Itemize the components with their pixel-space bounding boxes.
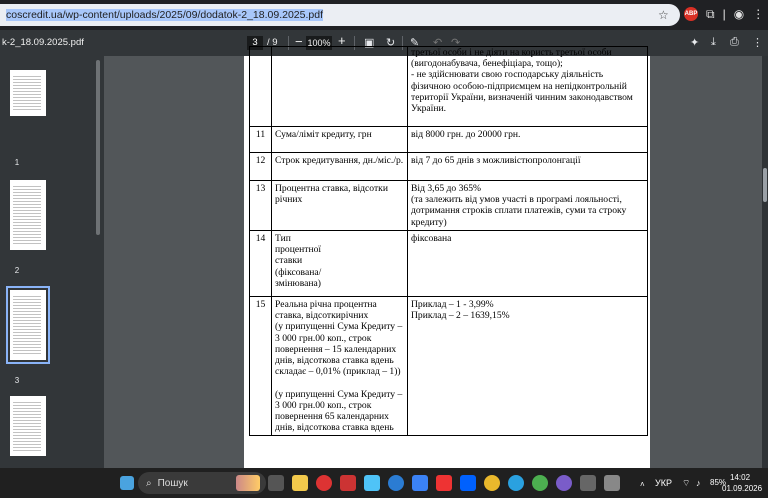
search-label: Пошук	[157, 477, 188, 489]
row-label: Тип процентної ставки (фіксована/ змінюв…	[271, 230, 408, 297]
table-row: 12 Строк кредитування, дн./міс./р. від 7…	[249, 152, 648, 181]
row-value: фіксована	[407, 230, 648, 297]
app-icon[interactable]	[436, 475, 452, 491]
browser-toolbar: coscredit.ua/wp-content/uploads/2025/09/…	[0, 0, 768, 30]
volume-icon[interactable]: ♪	[696, 478, 701, 488]
clock-time[interactable]: 14:02	[730, 473, 750, 482]
table-row: третьої особи і не діяти на користь трет…	[249, 46, 648, 127]
wifi-icon[interactable]: ⌔	[682, 478, 690, 489]
row-number: 11	[249, 126, 272, 153]
row-value: третьої особи і не діяти на користь трет…	[407, 46, 648, 127]
clock-date[interactable]: 01.09.2026	[722, 484, 762, 493]
app-l-icon[interactable]	[340, 475, 356, 491]
dropbox-icon[interactable]	[460, 475, 476, 491]
adblock-icon[interactable]: ABP	[684, 7, 698, 21]
ai-icon[interactable]: ✦	[690, 36, 699, 49]
extensions-icon[interactable]: ⧉	[706, 6, 715, 22]
row-number: 15	[249, 295, 272, 437]
row-value: від 8000 грн. до 20000 грн.	[407, 126, 648, 153]
row-label: Сума/ліміт кредиту, грн	[271, 126, 408, 153]
profile-icon[interactable]: ◉	[734, 6, 744, 22]
pdf-title: k-2_18.09.2025.pdf	[2, 37, 84, 48]
bookmark-star-icon[interactable]: ☆	[658, 8, 669, 22]
row-number	[249, 46, 272, 127]
app-green-icon[interactable]	[532, 475, 548, 491]
copilot-icon[interactable]	[364, 475, 380, 491]
table-row: 11 Сума/ліміт кредиту, грн від 8000 грн.…	[249, 126, 648, 153]
thumbnail-page-3[interactable]	[6, 286, 50, 364]
document-table: третьої особи і не діяти на користь трет…	[249, 46, 648, 437]
search-icon: ⌕	[146, 477, 152, 489]
thumbnail-number: 1	[14, 158, 20, 167]
viber-icon[interactable]	[556, 475, 572, 491]
telegram-icon[interactable]	[508, 475, 524, 491]
divider-icon: |	[722, 7, 726, 21]
widget-icon[interactable]	[236, 475, 260, 491]
thumbnail-sidebar: 1 2 3	[0, 56, 104, 468]
print-icon[interactable]: ⎙	[730, 36, 739, 49]
main-scrollbar-track[interactable]	[762, 56, 768, 468]
start-windows-icon[interactable]	[120, 476, 134, 490]
sidebar-scrollbar[interactable]	[96, 60, 100, 235]
table-row: 14 Тип процентної ставки (фіксована/ змі…	[249, 230, 648, 297]
chrome-icon[interactable]	[484, 475, 500, 491]
main-scrollbar-thumb[interactable]	[763, 168, 767, 202]
row-value: від 7 до 65 днів з можливістюпролонгації	[407, 152, 648, 181]
opera-icon[interactable]	[316, 475, 332, 491]
thumbnail-number: 2	[14, 266, 20, 275]
thumbnail-page-4[interactable]	[10, 396, 46, 456]
table-row: 13 Процентна ставка, відсотки річних Від…	[249, 180, 648, 231]
app-icon[interactable]	[580, 475, 596, 491]
row-value: Приклад – 1 - 3,99% Приклад – 2 – 1639,1…	[407, 295, 648, 437]
taskbar: ⌕ Пошук ˄ УКР ⌔ ♪ 85% 14:02 01.09.2026	[0, 468, 768, 498]
row-value: Від 3,65 до 365% (та залежить від умов у…	[407, 180, 648, 231]
menu-icon[interactable]: ⋮	[752, 6, 764, 22]
thumbnail-page-1[interactable]	[10, 70, 46, 116]
store-icon[interactable]	[412, 475, 428, 491]
row-number: 13	[249, 180, 272, 231]
edge-icon[interactable]	[388, 475, 404, 491]
row-label: Процентна ставка, відсотки річних	[271, 180, 408, 231]
tray-up-icon[interactable]: ˄	[640, 480, 645, 489]
row-label: Строк кредитування, дн./міс./р.	[271, 152, 408, 181]
row-label	[271, 46, 408, 127]
table-row: 15 Реальна річна процентна ставка, відсо…	[249, 295, 648, 437]
taskview-icon[interactable]	[268, 475, 284, 491]
address-bar[interactable]: coscredit.ua/wp-content/uploads/2025/09/…	[0, 4, 680, 26]
app-icon[interactable]	[604, 475, 620, 491]
thumbnail-number: 3	[14, 376, 20, 385]
row-number: 14	[249, 230, 272, 297]
thumbnail-page-2[interactable]	[10, 180, 46, 250]
download-icon[interactable]: ⤓	[711, 36, 716, 49]
row-label: Реальна річна процентна ставка, відсотки…	[271, 295, 408, 437]
explorer-icon[interactable]	[292, 475, 308, 491]
language-indicator[interactable]: УКР	[655, 478, 672, 488]
row-number: 12	[249, 152, 272, 181]
more-icon[interactable]: ⋮	[752, 36, 763, 49]
url-text[interactable]: coscredit.ua/wp-content/uploads/2025/09/…	[6, 9, 323, 21]
